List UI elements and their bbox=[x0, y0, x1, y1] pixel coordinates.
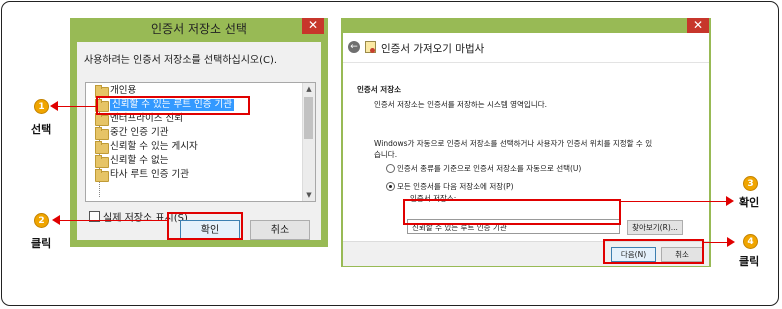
store-list-item[interactable]: 신뢰할 수 없는 bbox=[110, 155, 168, 167]
step-label-3: 확인 bbox=[739, 196, 760, 209]
close-button[interactable]: ✕ bbox=[302, 18, 324, 34]
arrow-3 bbox=[621, 201, 727, 202]
arrow-2 bbox=[57, 220, 167, 221]
folder-icon bbox=[95, 141, 109, 154]
folder-icon bbox=[95, 127, 109, 140]
folder-icon bbox=[95, 113, 109, 126]
arrow-1 bbox=[55, 106, 96, 107]
cancel-button[interactable]: 취소 bbox=[250, 220, 310, 240]
highlight-next-button bbox=[603, 239, 704, 264]
step-label-2: 클릭 bbox=[31, 237, 52, 250]
wizard-title: 인증서 가져오기 마법사 bbox=[381, 43, 485, 55]
arrow-2-head bbox=[52, 215, 60, 225]
folder-icon bbox=[95, 155, 109, 168]
radio-manual-label: 모든 인증서를 다음 저장소에 저장(P) bbox=[397, 182, 514, 191]
step-badge-4: 4 bbox=[743, 234, 758, 249]
info-text-line2: 습니다. bbox=[374, 150, 398, 159]
step-badge-3: 3 bbox=[743, 176, 758, 191]
wizard-header: ← 인증서 가져오기 마법사 bbox=[343, 33, 709, 61]
scroll-thumb[interactable] bbox=[304, 97, 313, 139]
store-list-item[interactable]: 중간 인증 기관 bbox=[110, 127, 168, 139]
close-button[interactable]: ✕ bbox=[687, 18, 709, 34]
step-badge-1: 1 bbox=[34, 99, 49, 114]
scroll-up-icon[interactable]: ▲ bbox=[303, 83, 315, 95]
arrow-4 bbox=[704, 242, 728, 243]
step-badge-2: 2 bbox=[34, 213, 49, 228]
dialog-title: 인증서 저장소 선택 bbox=[151, 22, 247, 36]
section-description: 인증서 저장소는 인증서를 저장하는 시스템 영역입니다. bbox=[374, 100, 548, 109]
info-text-line1: Windows가 자동으로 인증서 저장소를 선택하거나 사용자가 인증서 위치… bbox=[374, 139, 653, 148]
dialog-client-area: 사용하려는 인증서 저장소를 선택하십시오(C). 개인용 신뢰할 수 있는 루트… bbox=[77, 42, 321, 240]
radio-auto-label: 인증서 종류를 기준으로 인증서 저장소를 자동으로 선택(U) bbox=[397, 164, 582, 173]
step-label-1: 선택 bbox=[31, 123, 52, 136]
highlight-ok-button bbox=[167, 212, 243, 240]
highlight-selected-store bbox=[96, 96, 250, 115]
radio-manual-select[interactable] bbox=[386, 182, 395, 191]
back-arrow-icon[interactable]: ← bbox=[348, 41, 360, 53]
step-label-4: 클릭 bbox=[739, 255, 760, 268]
tree-scrollbar[interactable]: ▲ ▼ bbox=[302, 83, 315, 201]
scroll-down-icon[interactable]: ▼ bbox=[303, 189, 315, 201]
browse-button[interactable]: 찾아보기(R)... bbox=[627, 220, 683, 235]
section-title: 인증서 저장소 bbox=[357, 85, 402, 94]
folder-icon bbox=[95, 169, 109, 182]
highlight-store-field bbox=[403, 199, 621, 225]
radio-auto-select[interactable] bbox=[386, 164, 395, 173]
arrow-3-head bbox=[726, 196, 734, 206]
arrow-1-head bbox=[50, 101, 58, 111]
store-list-item[interactable]: 타사 루트 인증 기관 bbox=[110, 169, 189, 181]
import-wizard-dialog: ✕ ← 인증서 가져오기 마법사 인증서 저장소 인증서 저장소는 인증서를 저… bbox=[341, 18, 711, 267]
wizard-client-area: ← 인증서 가져오기 마법사 인증서 저장소 인증서 저장소는 인증서를 저장하… bbox=[343, 33, 709, 266]
arrow-4-head bbox=[727, 237, 735, 247]
certificate-icon bbox=[365, 41, 376, 53]
dialog-prompt: 사용하려는 인증서 저장소를 선택하십시오(C). bbox=[84, 55, 278, 66]
store-list-item[interactable]: 신뢰할 수 있는 게시자 bbox=[110, 141, 198, 153]
